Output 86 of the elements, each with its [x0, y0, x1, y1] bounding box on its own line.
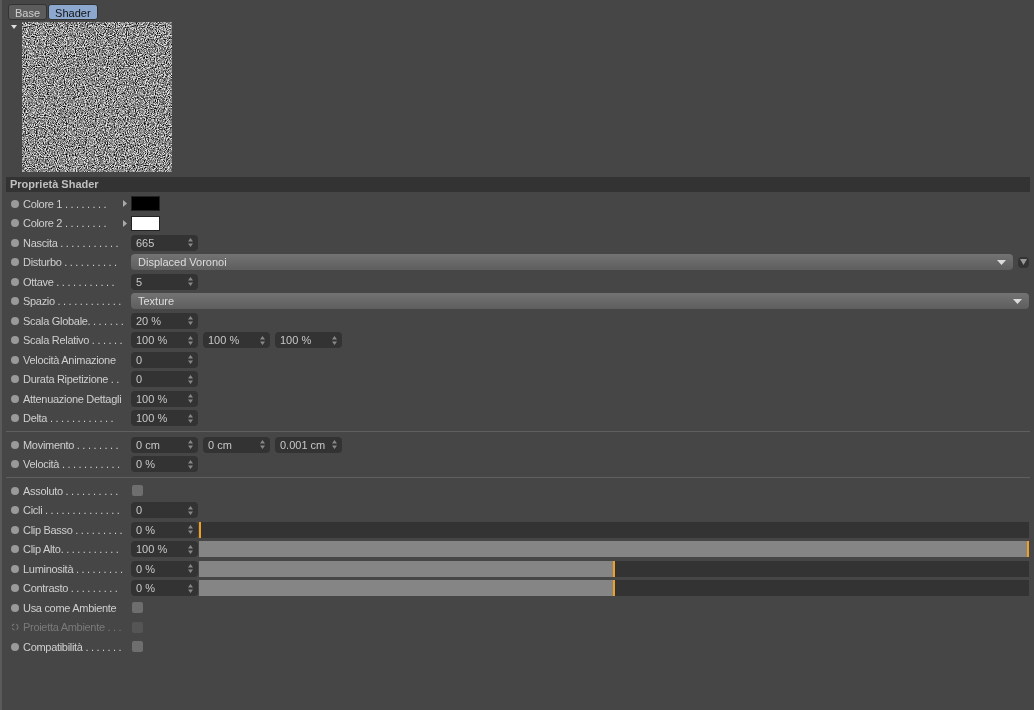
spinner-arrows-icon[interactable] — [188, 564, 193, 574]
property-label: Usa come Ambiente — [23, 600, 117, 616]
property-label: Scala Globale. . . . . . . — [23, 313, 124, 329]
dropdown[interactable]: Displaced Voronoi — [131, 254, 1013, 271]
property-label: Contrasto . . . . . . . . . — [23, 581, 118, 596]
number-field[interactable]: 100 % — [131, 332, 198, 349]
spinner-arrows-icon[interactable] — [188, 413, 193, 423]
property-label: Clip Basso . . . . . . . . . — [23, 522, 123, 538]
spinner-arrows-icon[interactable] — [188, 394, 193, 404]
tab[interactable]: Base — [8, 3, 48, 20]
spinner-arrows-icon[interactable] — [188, 583, 193, 593]
property-label: Colore 1 . . . . . . . . — [23, 196, 107, 212]
number-field[interactable]: 0 cm — [131, 436, 198, 453]
property-label: Cicli . . . . . . . . . . . . . . — [23, 503, 120, 518]
property-label: Spazio . . . . . . . . . . . . — [23, 294, 121, 309]
tab[interactable]: Shader — [48, 3, 98, 20]
spinner-arrows-icon[interactable] — [260, 335, 265, 345]
number-field[interactable]: 0 % — [131, 456, 198, 473]
spinner-arrows-icon[interactable] — [188, 374, 193, 384]
expand-arrow-icon[interactable] — [123, 219, 127, 227]
caret-icon — [997, 259, 1006, 265]
spinner-arrows-icon[interactable] — [188, 440, 193, 450]
property-label: Nascita . . . . . . . . . . . — [23, 235, 119, 251]
property-label: Disturbo . . . . . . . . . . — [23, 255, 117, 270]
slider[interactable] — [199, 580, 1029, 597]
spinner-arrows-icon[interactable] — [188, 544, 193, 554]
property-label: Durata Ripetizione . . — [23, 372, 120, 387]
spinner-arrows-icon[interactable] — [188, 316, 193, 326]
number-field[interactable]: 100 % — [131, 541, 198, 558]
slider-handle[interactable] — [613, 580, 615, 597]
property-label: Attenuazione Dettagli — [23, 391, 122, 407]
property-label: Ottave . . . . . . . . . . . — [23, 274, 115, 290]
checkbox[interactable] — [132, 485, 143, 497]
slider[interactable] — [199, 560, 1029, 577]
section-header: Proprietà Shader — [6, 177, 1030, 192]
number-field[interactable]: 0 % — [131, 521, 198, 538]
number-field[interactable]: 0 — [131, 371, 198, 388]
property-label: Delta . . . . . . . . . . . . — [23, 411, 114, 426]
number-field[interactable]: 0 — [131, 502, 198, 519]
color-swatch[interactable] — [131, 215, 160, 231]
number-field[interactable]: 5 — [131, 273, 198, 290]
number-field[interactable]: 0 % — [131, 560, 198, 577]
property-label: Velocità Animazione — [23, 352, 116, 368]
spinner-arrows-icon[interactable] — [260, 440, 265, 450]
spinner-arrows-icon[interactable] — [188, 355, 193, 365]
spinner-arrows-icon[interactable] — [332, 440, 337, 450]
slider[interactable] — [199, 521, 1029, 538]
property-label: Compatibilità . . . . . . . — [23, 639, 122, 655]
number-field[interactable]: 0 — [131, 351, 198, 368]
color-swatch[interactable] — [131, 196, 160, 212]
number-field[interactable]: 100 % — [275, 332, 342, 349]
property-label: Scala Relativo . . . . . . — [23, 333, 123, 348]
property-label: Movimento . . . . . . . . — [23, 437, 119, 453]
spinner-arrows-icon[interactable] — [188, 459, 193, 469]
slider-handle[interactable] — [199, 521, 201, 538]
dashed-circle-icon — [11, 623, 19, 632]
checkbox[interactable] — [132, 641, 143, 653]
slider-handle[interactable] — [613, 560, 615, 577]
property-label: Clip Alto. . . . . . . . . . . — [23, 542, 119, 557]
caret-icon — [1013, 298, 1022, 304]
number-field[interactable]: 665 — [131, 234, 198, 251]
spinner-arrows-icon[interactable] — [188, 525, 193, 535]
number-field[interactable]: 100 % — [203, 332, 270, 349]
collapse-triangle-icon[interactable] — [11, 25, 17, 29]
number-field[interactable]: 0 % — [131, 580, 198, 597]
property-label: Colore 2 . . . . . . . . — [23, 216, 107, 231]
spinner-arrows-icon[interactable] — [188, 238, 193, 248]
expand-arrow-icon[interactable] — [123, 200, 127, 208]
spinner-arrows-icon[interactable] — [188, 335, 193, 345]
property-label: Velocità . . . . . . . . . . . — [23, 457, 120, 472]
dropdown-toggle[interactable] — [1018, 256, 1029, 268]
number-field[interactable]: 100 % — [131, 390, 198, 407]
spinner-arrows-icon[interactable] — [188, 277, 193, 287]
checkbox[interactable] — [132, 602, 143, 614]
spinner-arrows-icon[interactable] — [188, 505, 193, 515]
number-field[interactable]: 0.001 cm — [275, 436, 342, 453]
caret-icon — [1020, 259, 1027, 266]
number-field[interactable]: 20 % — [131, 312, 198, 329]
number-field[interactable]: 0 cm — [203, 436, 270, 453]
number-field[interactable]: 100 % — [131, 410, 198, 427]
spinner-arrows-icon[interactable] — [332, 335, 337, 345]
property-label: Luminosità . . . . . . . . . — [23, 561, 123, 577]
slider[interactable] — [199, 541, 1029, 558]
dropdown[interactable]: Texture — [131, 293, 1029, 310]
slider-handle[interactable] — [1027, 541, 1029, 558]
property-label: Assoluto . . . . . . . . . . — [23, 483, 118, 499]
